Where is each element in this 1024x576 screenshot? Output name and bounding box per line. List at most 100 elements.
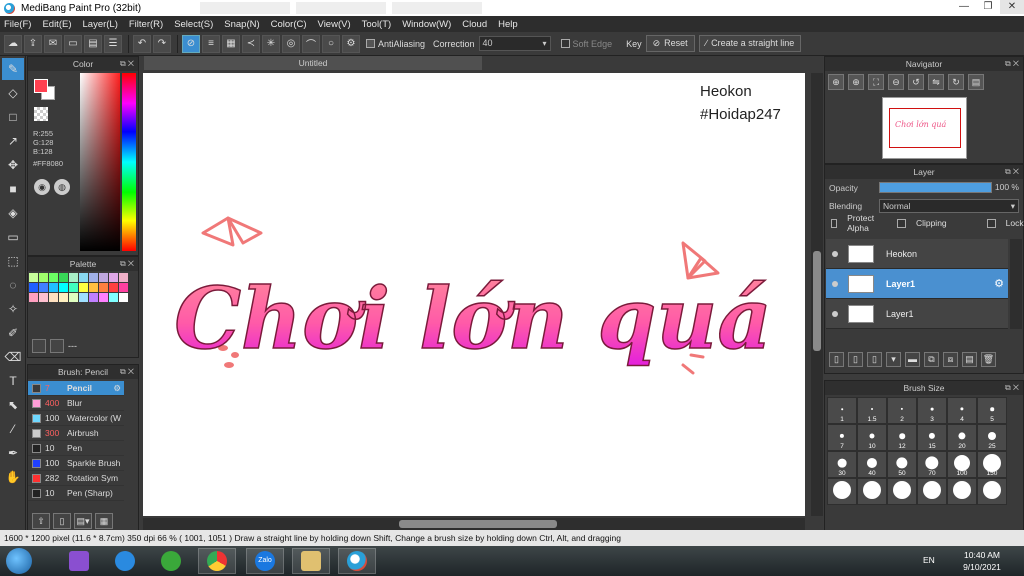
palette-swatch[interactable] xyxy=(59,293,68,302)
drawing-canvas[interactable]: Heokon #Hoidap247 Chơi lớn quá xyxy=(143,73,805,516)
rotate-right-icon[interactable]: ↻ xyxy=(948,74,964,90)
fit-window-icon[interactable]: ⛶ xyxy=(868,74,884,90)
palette-swatch[interactable] xyxy=(69,293,78,302)
protect-alpha-checkbox[interactable]: Protect Alpha xyxy=(831,213,887,233)
document-tab[interactable]: Untitled xyxy=(144,56,482,70)
hand-tool-icon[interactable]: ✋ xyxy=(2,466,24,488)
clipping-checkbox[interactable]: Clipping xyxy=(896,218,957,228)
brush-size-cell[interactable] xyxy=(857,478,887,505)
gear-icon[interactable]: ⚙ xyxy=(994,277,1004,290)
panel-close-icon[interactable]: ⧉ ✕ xyxy=(1005,165,1019,179)
brush-settings-icon[interactable]: ▦ xyxy=(95,513,113,529)
move-tool-icon[interactable]: ✥ xyxy=(2,154,24,176)
soft-edge-checkbox[interactable]: Soft Edge xyxy=(560,39,612,49)
brush-size-cell[interactable]: 150 xyxy=(977,451,1007,478)
menu-cloud[interactable]: Cloud xyxy=(462,19,487,30)
menu-layer[interactable]: Layer(L) xyxy=(83,19,118,30)
perspective-snap-icon[interactable]: ≺ xyxy=(242,34,260,53)
palette-swatch[interactable] xyxy=(49,293,58,302)
duplicate-layer-icon[interactable]: ⧉ xyxy=(924,352,939,367)
palette-swatch[interactable] xyxy=(89,293,98,302)
gradient-tool-icon[interactable]: ▭ xyxy=(2,226,24,248)
brush-size-cell[interactable]: 1.5 xyxy=(857,397,887,424)
document-icon[interactable]: ▤ xyxy=(84,34,102,53)
palette-swatch[interactable] xyxy=(89,273,98,282)
saturation-value-picker[interactable] xyxy=(80,73,120,251)
bucket-tool-icon[interactable]: ◈ xyxy=(2,202,24,224)
eraser-tool-icon[interactable]: ◇ xyxy=(2,82,24,104)
internet-explorer-icon[interactable] xyxy=(106,548,144,574)
magic-wand-tool-icon[interactable]: ✧ xyxy=(2,298,24,320)
select-pen-tool-icon[interactable]: ✐ xyxy=(2,322,24,344)
menu-window[interactable]: Window(W) xyxy=(402,19,451,30)
share-icon[interactable]: ⇪ xyxy=(24,34,42,53)
palette-swatch[interactable] xyxy=(79,293,88,302)
menu-color[interactable]: Color(C) xyxy=(271,19,307,30)
visual-studio-icon[interactable] xyxy=(60,548,98,574)
palette-swatch[interactable] xyxy=(29,293,38,302)
radial-snap-icon[interactable]: ✳ xyxy=(262,34,280,53)
undo-icon[interactable]: ↶ xyxy=(133,34,151,53)
zalo-icon[interactable]: Zalo xyxy=(246,548,284,574)
palette-swatch[interactable] xyxy=(119,273,128,282)
menu-view[interactable]: View(V) xyxy=(318,19,351,30)
palette-swatch[interactable] xyxy=(39,273,48,282)
palette-swatch[interactable] xyxy=(99,293,108,302)
layer-add-menu-icon[interactable]: ▾ xyxy=(886,352,901,367)
merge-layer-icon[interactable]: ⧈ xyxy=(943,352,958,367)
palette-swatch[interactable] xyxy=(69,283,78,292)
palette-swatch[interactable] xyxy=(89,283,98,292)
delete-layer-icon[interactable]: 🗑 xyxy=(981,352,996,367)
brush-size-cell[interactable] xyxy=(917,478,947,505)
concentric-snap-icon[interactable]: ◎ xyxy=(282,34,300,53)
panel-close-icon[interactable]: ⧉ ✕ xyxy=(1005,57,1019,71)
paint-icon[interactable] xyxy=(292,548,330,574)
reset-view-icon[interactable]: ▤ xyxy=(968,74,984,90)
foreground-color-swatch[interactable] xyxy=(34,79,48,93)
reset-button[interactable]: ⊘ Reset xyxy=(645,35,695,52)
panel-close-icon[interactable]: ⧉ ✕ xyxy=(1005,381,1019,395)
panel-close-icon[interactable]: ⧉ ✕ xyxy=(120,57,134,71)
brush-size-cell[interactable]: 1 xyxy=(827,397,857,424)
palette-swatch[interactable] xyxy=(29,273,38,282)
clock[interactable]: 10:40 AM 9/10/2021 xyxy=(954,549,1010,573)
operation-tool-icon[interactable]: ⬉ xyxy=(2,394,24,416)
palette-swatch[interactable] xyxy=(59,273,68,282)
brush-size-cell[interactable]: 30 xyxy=(827,451,857,478)
add-palette-icon[interactable] xyxy=(32,339,46,353)
palette-swatch[interactable] xyxy=(109,293,118,302)
snap-settings-icon[interactable]: ⚙ xyxy=(342,34,360,53)
color-picker-icon[interactable]: ◍ xyxy=(54,179,70,195)
brush-tool-icon[interactable]: ✎ xyxy=(2,58,24,80)
layer-scrollbar[interactable] xyxy=(1010,239,1022,329)
brush-size-cell[interactable]: 4 xyxy=(947,397,977,424)
list-item[interactable]: 400 Blur xyxy=(28,396,124,411)
menu-snap[interactable]: Snap(N) xyxy=(224,19,259,30)
parallel-snap-icon[interactable]: ≡ xyxy=(202,34,220,53)
new-brush-icon[interactable]: ▯ xyxy=(53,513,71,529)
list-icon[interactable]: ☰ xyxy=(104,34,122,53)
brush-size-cell[interactable] xyxy=(887,478,917,505)
layer-properties-icon[interactable]: ▤ xyxy=(962,352,977,367)
brush-size-cell[interactable]: 50 xyxy=(887,451,917,478)
vertical-scrollbar[interactable] xyxy=(811,73,823,516)
horizontal-scrollbar[interactable] xyxy=(143,518,805,530)
select-tool-icon[interactable]: ⬚ xyxy=(2,250,24,272)
opacity-slider[interactable] xyxy=(879,182,992,193)
palette-swatch[interactable] xyxy=(99,273,108,282)
zoom-in-icon[interactable]: ⊕ xyxy=(828,74,844,90)
dot-tool-icon[interactable]: □ xyxy=(2,106,24,128)
close-button[interactable]: ✕ xyxy=(1000,0,1024,14)
palette-swatch[interactable] xyxy=(119,283,128,292)
redo-icon[interactable]: ↷ xyxy=(153,34,171,53)
layer-row[interactable]: Layer1 xyxy=(826,299,1008,329)
divide-tool-icon[interactable]: ⁄ xyxy=(2,418,24,440)
layer-row[interactable]: Layer1 ⚙ xyxy=(826,269,1008,299)
lock-checkbox[interactable]: Lock xyxy=(986,218,1024,228)
transparent-color-swatch[interactable] xyxy=(34,107,48,121)
brush-size-cell[interactable]: 3 xyxy=(917,397,947,424)
curve-snap-icon[interactable]: ⌒ xyxy=(302,34,320,53)
palette-swatch[interactable] xyxy=(29,283,38,292)
select-eraser-tool-icon[interactable]: ⌫ xyxy=(2,346,24,368)
palette-swatch[interactable] xyxy=(69,273,78,282)
